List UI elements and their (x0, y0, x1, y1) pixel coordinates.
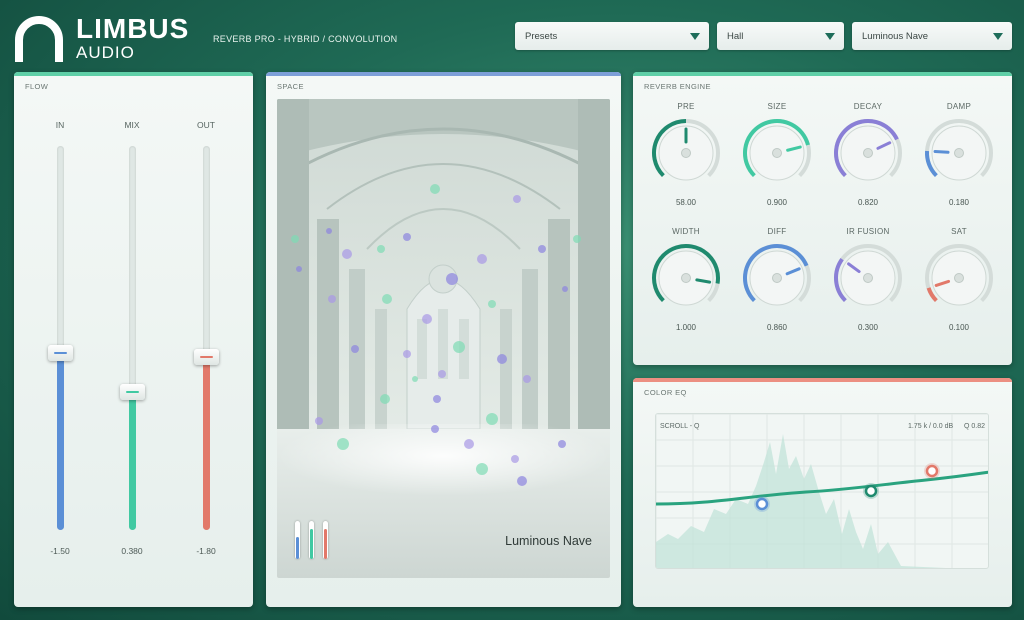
brand: LIMBUS AUDIO (76, 14, 189, 62)
brand-name: LIMBUS (76, 13, 190, 44)
knob-label: PRE (677, 102, 695, 111)
knob-width[interactable] (651, 243, 721, 313)
eq-curve (656, 470, 988, 506)
knob-pre[interactable] (651, 118, 721, 188)
knob-label: SIZE (767, 102, 787, 111)
preset-name-dropdown[interactable]: Luminous Nave (852, 22, 1012, 50)
reverb-engine-panel-title: REVERB ENGINE (644, 82, 711, 91)
knob-center-cap (772, 273, 782, 283)
meter-fill (310, 529, 313, 559)
flow-panel-title: FLOW (25, 82, 49, 91)
knob-value: 0.860 (766, 323, 788, 332)
space-visualizer[interactable]: Luminous Nave (277, 99, 610, 578)
category-dropdown-value: Hall (727, 30, 744, 42)
eq-q-readout: Q 0.82 (964, 423, 986, 430)
knob-center-cap (863, 273, 873, 283)
meter-bar (323, 521, 328, 559)
fader-track-mix[interactable] (129, 146, 136, 530)
knob-value: 0.300 (857, 323, 879, 332)
fader-track-in[interactable] (57, 146, 64, 530)
knob-value: 0.900 (766, 198, 788, 207)
knob-label: WIDTH (672, 227, 700, 236)
presets-dropdown-value: Presets (525, 30, 558, 42)
presets-dropdown[interactable]: Presets (515, 22, 709, 50)
knob-label: DAMP (946, 102, 972, 111)
space-panel-title: SPACE (277, 82, 304, 91)
fader-fill (129, 391, 136, 530)
brand-sub: AUDIO (76, 43, 135, 62)
knob-center-cap (772, 148, 782, 158)
color-eq-panel-accent (633, 378, 1012, 382)
eq-band-2-node[interactable] (864, 484, 878, 498)
eq-freq-gain-readout: 1.75 k / 0.0 dB (908, 423, 954, 430)
chevron-down-icon (825, 33, 835, 40)
fader-label-out: OUT (197, 120, 215, 130)
space-panel-accent (266, 72, 621, 76)
space-panel: SPACE Luminous Nave (266, 72, 621, 607)
eq-display[interactable]: SCROLL - Q 1.75 k / 0.0 dB Q 0.82 (655, 413, 989, 569)
knob-sat[interactable] (924, 243, 994, 313)
limbus-logo-icon (15, 16, 63, 62)
eq-band-3-node[interactable] (925, 464, 939, 478)
meter-bar (295, 521, 300, 559)
knob-value: 0.820 (857, 198, 879, 207)
knob-center-cap (681, 148, 691, 158)
knob-value: 0.100 (948, 323, 970, 332)
output-meters (295, 519, 335, 559)
cathedral-image (277, 99, 610, 578)
knob-decay[interactable] (833, 118, 903, 188)
knob-pointer (933, 149, 950, 154)
knob-ir-fusion[interactable] (833, 243, 903, 313)
knob-label: DECAY (853, 102, 883, 111)
knob-center-cap (863, 148, 873, 158)
category-dropdown[interactable]: Hall (717, 22, 844, 50)
fader-handle-in[interactable] (48, 345, 73, 362)
knob-diff[interactable] (742, 243, 812, 313)
fader-fill (203, 357, 210, 530)
knob-center-cap (681, 273, 691, 283)
eq-curve-graph (656, 414, 988, 568)
fader-track-out[interactable] (203, 146, 210, 530)
fader-handle-grip (126, 390, 139, 393)
knob-center-cap (954, 148, 964, 158)
fader-value-out: -1.80 (196, 546, 216, 556)
eq-scroll-hint: SCROLL - Q (660, 423, 700, 430)
knob-value: 0.180 (948, 198, 970, 207)
fader-label-mix: MIX (124, 120, 140, 130)
fader-handle-grip (54, 352, 67, 355)
meter-fill (324, 529, 327, 559)
fader-fill (57, 353, 64, 530)
fader-handle-out[interactable] (194, 349, 219, 366)
fader-handle-mix[interactable] (120, 383, 145, 400)
knob-label: IR FUSION (846, 227, 890, 236)
knob-size[interactable] (742, 118, 812, 188)
fader-value-mix: 0.380 (121, 546, 143, 556)
chevron-down-icon (690, 33, 700, 40)
knob-label: DIFF (767, 227, 787, 236)
knob-value: 58.00 (675, 198, 697, 207)
flow-panel: FLOW IN -1.50 MIX 0.380 OUT -1.80 (14, 72, 253, 607)
eq-band-1-node[interactable] (755, 497, 769, 511)
fader-handle-grip (200, 356, 213, 359)
space-caption: Luminous Nave (505, 534, 592, 548)
knob-label: SAT (951, 227, 967, 236)
preset-name-dropdown-value: Luminous Nave (862, 30, 929, 42)
color-eq-panel-title: COLOR EQ (644, 388, 687, 397)
meter-fill (296, 537, 299, 559)
knob-damp[interactable] (924, 118, 994, 188)
chevron-down-icon (993, 33, 1003, 40)
flow-panel-accent (14, 72, 253, 76)
color-eq-panel: COLOR EQ SCROLL - Q 1.75 k / 0.0 dB Q 0.… (633, 378, 1012, 607)
knob-center-cap (954, 273, 964, 283)
reverb-engine-panel: REVERB ENGINE PRE 58.00 SIZE 0.900 DECAY 0.82… (633, 72, 1012, 365)
fader-label-in: IN (55, 120, 65, 130)
fader-value-in: -1.50 (50, 546, 70, 556)
product-tagline: REVERB PRO - HYBRID / CONVOLUTION (213, 34, 398, 44)
reverb-engine-panel-accent (633, 72, 1012, 76)
meter-bar (309, 521, 314, 559)
knob-value: 1.000 (675, 323, 697, 332)
